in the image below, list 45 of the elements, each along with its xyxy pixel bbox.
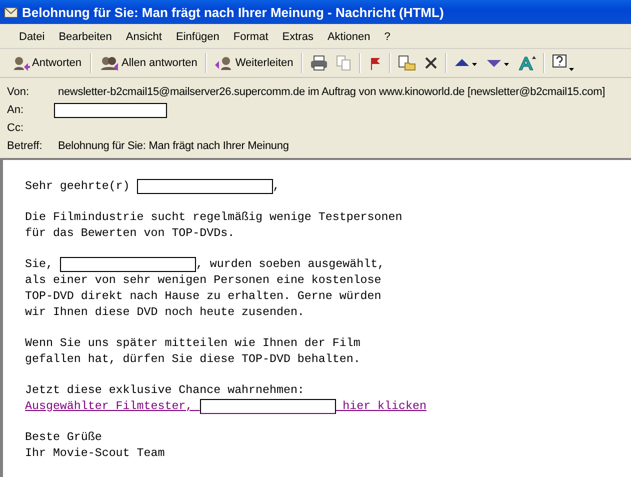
menu-item[interactable]: Einfügen [168,29,226,45]
menu-item[interactable]: Format [226,29,276,45]
envelope-icon [4,6,18,18]
header-value: Belohnung für Sie: Man frägt nach Ihrer Meinung [58,140,289,152]
delete-icon [424,55,438,71]
body-text: , [272,180,280,192]
letter-a-icon [518,55,536,71]
body-text: Jetzt diese exklusive Chance wahrnehmen: [25,384,304,396]
body-text: Wenn Sie uns später mitteilen wie Ihnen der Film [25,336,360,350]
body-text: Ihr Movie-Scout Team [25,446,165,460]
menu-item[interactable]: Ansicht [118,29,169,45]
person-arrow-icon [215,55,234,71]
menu-item[interactable]: Extras [275,29,320,45]
body-text: gefallen hat, dürfen Sie diese TOP-DVD behalten. [25,352,360,366]
toolbar-button[interactable]: Weiterleiten [211,53,298,73]
printer-icon [310,55,328,71]
body-text: Beste Grüße [25,430,102,444]
body-text: wir Ihnen diese DVD noch heute zusenden. [25,306,304,318]
two-people-icon [100,55,120,71]
help-icon [552,54,576,72]
person-arrow-icon [12,55,30,71]
body-text: Sehr geehrte(r) [25,180,131,192]
menu-item[interactable]: ? [377,29,398,45]
toolbar-button[interactable]: Antworten [8,53,86,73]
body-text: TOP-DVD direkt nach Hause zu erhalten. Gerne würden [25,290,382,302]
toolbar-button[interactable]: Allen antworten [96,53,202,73]
header-value: newsletter-b2cmail15@mailserver26.supercomm.de im Auftrag von www.kinoworld.de [newsletter@b2cmail15.com] [58,86,606,98]
window-title: Belohnung für Sie: Man frägt nach Ihrer Meinung - Nachricht (HTML) [22,4,444,20]
body-text: für das Bewerten von TOP-DVDs. [25,226,235,240]
flag-icon [368,55,382,71]
copy-icon [336,55,352,71]
header-label: Von: [7,86,30,98]
header-label: Betreff: [7,140,44,152]
menu-item[interactable]: Bearbeiten [52,29,119,45]
header-label: An: [7,104,25,116]
body-text: Die Filmindustrie sucht regelmäßig wenige Testpersonen [25,210,402,224]
link[interactable]: hier klicken [336,400,426,412]
body-text: , wurden soeben ausgewählt, [196,258,385,270]
body-text: als einer von sehr wenigen Personen eine kostenlose [25,274,382,286]
menu-item[interactable]: Datei [12,29,52,45]
body-text: Sie, [25,258,54,270]
header-label: Cc: [7,122,24,134]
link[interactable]: Ausgewählter Filmtester, [25,400,200,412]
folder-page-icon [398,55,416,71]
menu-item[interactable]: Aktionen [320,29,378,45]
